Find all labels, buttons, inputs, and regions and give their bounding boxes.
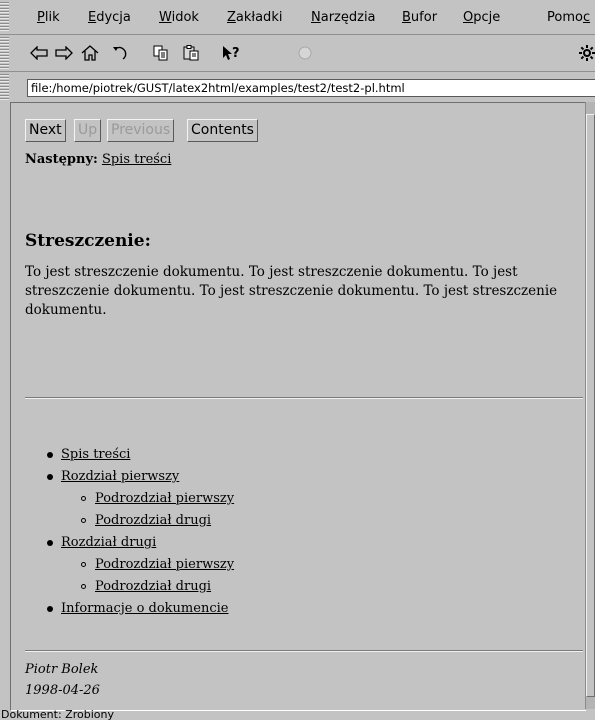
next-prefix: Następny:: [25, 152, 98, 167]
abstract-text: To jest streszczenie dokumentu. To jest …: [25, 264, 558, 318]
bullet-circle-icon: [81, 584, 86, 589]
abstract-title: Streszczenie:: [25, 231, 151, 251]
bullet-circle-icon: [81, 518, 86, 523]
location-bar: file:/home/piotrek/GUST/latex2html/examp…: [0, 72, 595, 102]
bullet-circle-icon: [81, 562, 86, 567]
url-input[interactable]: file:/home/piotrek/GUST/latex2html/examp…: [27, 79, 595, 97]
toc-item: Rozdział drugi: [47, 532, 234, 554]
svg-text:?: ?: [232, 46, 240, 61]
menu-zakladki-rest: akładki: [235, 10, 283, 25]
menu-widok-rest: idok: [171, 10, 199, 25]
home-icon[interactable]: [77, 42, 103, 64]
toc-item: Spis treści: [47, 444, 234, 466]
paste-icon[interactable]: [178, 42, 204, 64]
toc-item: Rozdział pierwszy: [47, 466, 234, 488]
menu-opcje-rest: pcje: [473, 10, 501, 25]
bullet-disc-icon: [47, 540, 53, 546]
reload-icon[interactable]: [107, 42, 133, 64]
toc-item: Podrozdział pierwszy: [47, 554, 234, 576]
up-button: Up: [74, 119, 102, 142]
bullet-disc-icon: [47, 452, 53, 458]
next-link-line: Następny: Spis treści: [25, 152, 171, 167]
contents-button[interactable]: Contents: [187, 119, 258, 142]
menu-bufor-rest: ufor: [410, 10, 438, 25]
table-of-contents: Spis treści Rozdział pierwszy Podrozdział …: [47, 444, 234, 620]
divider: [25, 397, 583, 399]
toc-link[interactable]: Podrozdział pierwszy: [95, 557, 234, 572]
toc-link[interactable]: Rozdział pierwszy: [61, 469, 179, 484]
toc-item: Podrozdział drugi: [47, 510, 234, 532]
next-button[interactable]: Next: [25, 119, 66, 142]
menu-narzedzia-rest: arzędzia: [320, 10, 376, 25]
stop-icon[interactable]: [292, 42, 318, 64]
divider: [25, 650, 583, 652]
menu-opcje[interactable]: Opcje: [463, 10, 500, 25]
content-frame: Next Up Previous Contents Następny: Spis…: [10, 102, 586, 711]
toc-item: Podrozdział drugi: [47, 576, 234, 598]
toolbar: ?: [0, 35, 595, 72]
footer-date: 1998-04-26: [25, 683, 100, 698]
bullet-circle-icon: [81, 496, 86, 501]
status-bar: Dokument: Zrobiony: [1, 709, 114, 720]
previous-button: Previous: [107, 119, 175, 142]
arrow-right-icon[interactable]: [51, 42, 77, 64]
bullet-disc-icon: [47, 606, 53, 612]
footer: Piotr Bolek 1998-04-26: [25, 659, 100, 701]
toc-link[interactable]: Spis treści: [61, 447, 130, 462]
copy-icon[interactable]: [148, 42, 174, 64]
footer-author: Piotr Bolek: [25, 662, 99, 677]
help-pointer-icon[interactable]: ?: [218, 42, 244, 64]
toc-link[interactable]: Informacje o dokumencie: [61, 601, 228, 616]
menu-plik-rest: lik: [44, 10, 60, 25]
menu-widok[interactable]: Widok: [159, 10, 199, 25]
next-link[interactable]: Spis treści: [102, 152, 171, 167]
menu-bar: Plik Edycja Widok Zakładki Narzędzia Buf…: [0, 0, 595, 35]
page-content: Next Up Previous Contents Następny: Spis…: [11, 103, 586, 710]
menu-pomoc[interactable]: Pomoc: [547, 10, 590, 25]
vertical-scrollbar[interactable]: [585, 102, 595, 709]
menu-narzedzia[interactable]: Narzędzia: [311, 10, 376, 25]
menu-edycja[interactable]: Edycja: [88, 10, 131, 25]
scrollbar-thumb[interactable]: [586, 114, 595, 697]
menu-pomoc-head: Pomo: [547, 10, 583, 25]
toc-link[interactable]: Podrozdział pierwszy: [95, 491, 234, 506]
settings-icon[interactable]: [574, 42, 595, 64]
toc-link[interactable]: Podrozdział drugi: [95, 513, 211, 528]
menu-plik[interactable]: Plik: [37, 10, 60, 25]
toc-item: Podrozdział pierwszy: [47, 488, 234, 510]
arrow-left-icon[interactable]: [26, 42, 52, 64]
menu-edycja-rest: dycja: [96, 10, 131, 25]
menu-bufor[interactable]: Bufor: [402, 10, 437, 25]
menu-zakladki[interactable]: Zakładki: [227, 10, 282, 25]
toc-link[interactable]: Podrozdział drugi: [95, 579, 211, 594]
toc-item: Informacje o dokumencie: [47, 598, 234, 620]
bullet-disc-icon: [47, 474, 53, 480]
toc-link[interactable]: Rozdział drugi: [61, 535, 156, 550]
